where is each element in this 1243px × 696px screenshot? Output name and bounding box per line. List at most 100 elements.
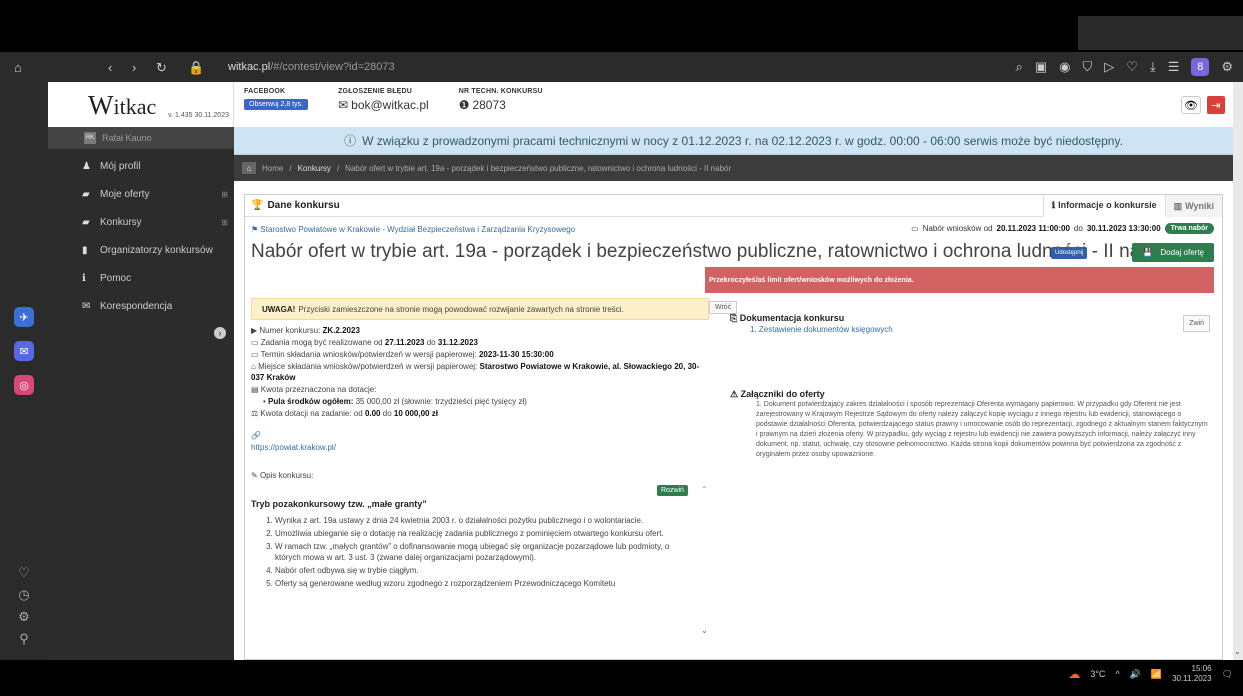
chevron-up-icon[interactable]: ^ [1115,669,1119,679]
heart-outline-icon[interactable]: ♡ [1126,59,1138,75]
scroll-up-icon[interactable]: ⌃ [701,485,709,494]
back-icon[interactable]: ‹ [108,60,112,75]
sidebar-item-contests[interactable]: ▰ Konkursy ⊞ [48,211,234,233]
docs-link[interactable]: 1. Zestawienie dokumentów księgowych [730,324,1210,335]
info-icon: ℹ [1051,199,1056,210]
search-icon[interactable]: ⌕ [1016,59,1023,75]
save-icon: 💾 [1142,248,1153,257]
weather-icon[interactable]: ☁ [1068,667,1080,681]
facebook-follow-button[interactable]: Obserwuj 2,8 tys. [244,99,309,110]
calendar-icon: ▭ [911,224,919,233]
status-badge: Trwa nabór [1164,223,1214,234]
description-section: ✎ Opis konkursu: Rozwiń Tryb pozakonkurs… [251,471,717,655]
bug-report-email[interactable]: ✉ bok@witkac.pl [338,98,429,112]
heart-icon[interactable]: ♡ [0,562,48,584]
menu-icon[interactable]: ☰ [1168,59,1180,75]
settings-icon[interactable]: ⚙ [0,606,48,628]
list-item: W ramach tzw. „małych grantów” o dofinan… [275,541,695,563]
home-icon[interactable]: ⌂ [242,162,256,174]
sidebar-item-organizers[interactable]: ▮ Organizatorzy konkursów [48,239,234,261]
sidebar-item-correspondence[interactable]: ✉ Korespondencja [48,295,234,317]
expand-icon[interactable]: ⊞ [221,218,228,227]
expand-button[interactable]: Rozwiń [657,485,688,496]
location-icon[interactable]: ⚲ [0,628,48,650]
camera-icon[interactable]: ◉ [1059,59,1070,75]
limit-alert: Przekroczyłeś/aś limit ofert/wniosków mo… [705,267,1214,293]
system-tray: ☁ 3°C ^ 🔊 📶 15:06 30.11.2023 🗨 [1068,664,1233,684]
wifi-icon[interactable]: 📶 [1151,669,1162,680]
forward-icon[interactable]: › [132,60,136,75]
scroll-down-icon[interactable]: ⌄ [701,626,708,635]
browser-sidebar: ⌂ ✈ ✉ ◎ ♡ ◷ ⚙ ⚲ ··· [0,52,48,669]
witkac-app: Witkac v. 1.435 30.11.2023 FACEBOOK Obse… [48,82,1233,660]
breadcrumb-home[interactable]: Home [262,164,283,173]
info-icon: ℹ [82,272,86,284]
sidebar-item-label: Konkursy [100,216,142,228]
contest-panel: 🏆 Dane konkursu ℹ Informacje o konkursie … [244,194,1223,660]
paper-deadline: ▭ Termin składania wniosków/potwierdzeń … [251,350,554,359]
page-scrollbar[interactable]: ⌄ [1233,82,1243,660]
share-button[interactable]: Udostępnij [1051,247,1088,259]
reload-icon[interactable]: ↻ [156,60,167,76]
bug-report-title: ZGŁOSZENIE BŁĘDU [338,88,413,95]
app-shortcut-icon[interactable]: ✈ [14,307,34,327]
header-links: FACEBOOK Obserwuj 2,8 tys. ZGŁOSZENIE BŁ… [244,88,543,112]
messenger-icon[interactable]: ✉ [14,341,34,361]
tech-number-value: ❶ 28073 [458,98,506,112]
organizer-link[interactable]: ⚑ Starostwo Powiatowe w Krakowie - Wydzi… [251,225,575,234]
screenshot-icon[interactable]: ▣ [1035,59,1047,75]
download-icon[interactable]: ⤓ [1150,59,1156,75]
breadcrumb-contests[interactable]: Konkursy [298,164,331,173]
grant-range: ⚖ Kwota dotacji na zadanie: od 0.00 do 1… [251,409,438,418]
submission-place: ⌂ Miejsce składania wniosków/potwierdzeń… [251,362,700,382]
screen: ⌂ ✈ ✉ ◎ ♡ ◷ ⚙ ⚲ ··· ‹ › ↻ 🔒 witkac.pl/#/… [0,0,1243,696]
sidebar-item-profile[interactable]: ♟ Mój profil [48,155,234,177]
warning-box: UWAGA! Przyciski zamieszczone na stronie… [251,298,709,320]
app-version: v. 1.435 30.11.2023 [168,112,229,119]
address-bar[interactable]: witkac.pl/#/contest/view?id=28073 [228,52,395,82]
funding-amount: ▤ Kwota przeznaczona na dotacje: [251,385,377,394]
eye-icon[interactable]: 👁 [1181,96,1201,114]
notification-icon[interactable]: 🗨 [1222,669,1233,680]
home-icon[interactable]: ⌂ [14,60,22,75]
logout-icon[interactable]: ⇥ [1207,96,1225,114]
website-link[interactable]: https://powiat.krakow.pl/ [251,443,336,452]
volume-icon[interactable]: 🔊 [1130,669,1141,680]
sidebar-item-label: Korespondencja [100,300,173,312]
user-row[interactable]: RK Rafał Kauno [48,127,234,149]
window-controls-area [1078,16,1243,50]
trophy-icon: 🏆 [251,200,264,211]
header-actions: 👁 ⇥ [1181,96,1225,114]
sidebar-item-my-offers[interactable]: ▰ Moje oferty ⊞ [48,183,234,205]
description-scrollbar[interactable]: ⌃ ⌄ [701,485,709,635]
list-item: Oferty są generowane według wzoru zgodne… [275,578,695,589]
collapse-button[interactable]: Zwiń [1183,315,1210,332]
extensions-icon[interactable]: ⚙ [1221,59,1233,75]
play-icon[interactable]: ▷ [1104,59,1114,75]
scroll-down-icon[interactable]: ⌄ [1234,647,1241,656]
collapse-sidebar-icon[interactable]: › [214,327,226,339]
user-icon: ♟ [82,160,91,172]
attachments-text: 1. Dokument potwierdzający zakres działa… [756,401,1208,458]
instagram-icon[interactable]: ◎ [14,375,34,395]
envelope-icon: ✉ [82,300,91,312]
facebook-section: FACEBOOK Obserwuj 2,8 tys. [244,88,309,112]
sidebar-item-help[interactable]: ℹ Pomoc [48,267,234,289]
shield-icon[interactable]: ⛉ [1083,59,1093,75]
sidebar-menu: RK Rafał Kauno ♟ Mój profil ▰ Moje ofert… [48,127,234,660]
list-item: Wynika z art. 19a ustawy z dnia 24 kwiet… [275,515,695,526]
tab-results[interactable]: ▥ Wyniki [1164,195,1222,217]
list-item: Umożliwia ubieganie się o dotację na rea… [275,528,695,539]
add-offer-button[interactable]: 💾 Dodaj ofertę [1132,243,1214,262]
expand-icon[interactable]: ⊞ [221,190,228,199]
profile-button[interactable]: 8 [1191,58,1210,76]
contest-details: ▶ Numer konkursu: ZK.2.2023 ▭ Zadania mo… [251,325,701,454]
logo-area: Witkac v. 1.435 30.11.2023 [48,82,234,127]
clock[interactable]: 15:06 30.11.2023 [1172,664,1211,684]
witkac-logo[interactable]: Witkac [88,90,156,121]
sidebar-item-label: Pomoc [100,272,132,284]
info-circle-icon: ❶ [458,98,470,112]
tab-info[interactable]: ℹ Informacje o konkursie [1042,195,1165,217]
history-icon[interactable]: ◷ [0,584,48,606]
flag-icon: ⚑ [251,225,259,234]
